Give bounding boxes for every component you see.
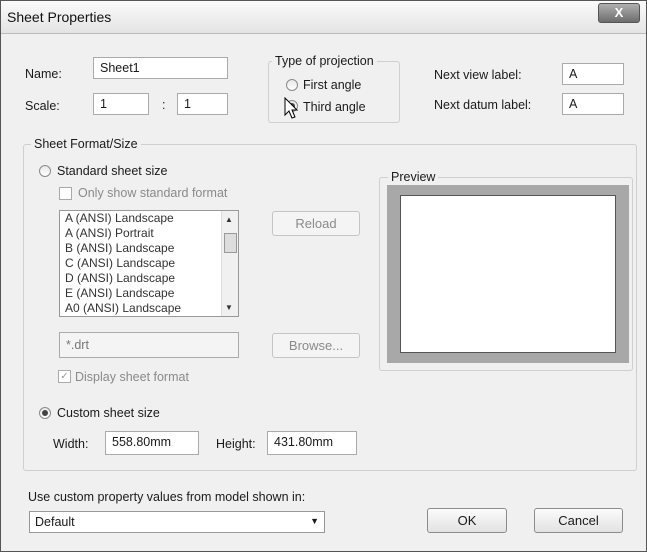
first-angle-label: First angle — [303, 78, 362, 92]
list-item[interactable]: D (ANSI) Landscape — [60, 271, 238, 286]
next-datum-label: Next datum label: — [434, 98, 532, 112]
name-label: Name: — [25, 67, 62, 81]
ok-button[interactable]: OK — [427, 508, 507, 533]
next-datum-input[interactable]: A — [562, 93, 624, 115]
list-item[interactable]: C (ANSI) Landscape — [60, 256, 238, 271]
custom-property-label: Use custom property values from model sh… — [28, 490, 306, 504]
title-bar: Sheet Properties X — [1, 1, 646, 34]
browse-button[interactable]: Browse... — [272, 333, 360, 358]
scale-denominator-input[interactable]: 1 — [177, 93, 228, 115]
preview-sheet — [400, 195, 616, 353]
preview-area — [387, 185, 629, 363]
cancel-button[interactable]: Cancel — [534, 508, 623, 533]
sheet-name-input[interactable]: Sheet1 — [93, 57, 228, 79]
next-view-label: Next view label: — [434, 68, 522, 82]
dialog-title: Sheet Properties — [7, 9, 112, 25]
list-item[interactable]: A0 (ANSI) Landscape — [60, 301, 238, 316]
first-angle-radio[interactable] — [286, 79, 298, 91]
standard-size-list[interactable]: A (ANSI) Landscape A (ANSI) Portrait B (… — [59, 210, 239, 317]
width-input[interactable]: 558.80mm — [105, 431, 199, 455]
list-item[interactable]: E (ANSI) Landscape — [60, 286, 238, 301]
next-view-input[interactable]: A — [562, 63, 624, 85]
reload-button[interactable]: Reload — [272, 211, 360, 236]
only-standard-label: Only show standard format — [78, 186, 228, 200]
scrollbar-thumb[interactable] — [224, 233, 237, 253]
custom-size-label: Custom sheet size — [57, 406, 160, 420]
sheet-properties-dialog: Sheet Properties X Name: Sheet1 Scale: 1… — [0, 0, 647, 552]
custom-size-radio[interactable] — [39, 407, 51, 419]
scale-numerator-input[interactable]: 1 — [93, 93, 149, 115]
display-format-checkbox[interactable]: ✓ — [58, 370, 71, 383]
list-item[interactable]: B (ANSI) Landscape — [60, 241, 238, 256]
chevron-down-icon: ▼ — [310, 516, 319, 526]
list-scrollbar[interactable]: ▲ ▼ — [221, 211, 238, 316]
display-format-label: Display sheet format — [75, 370, 189, 384]
third-angle-label: Third angle — [303, 100, 366, 114]
scroll-down-icon[interactable]: ▼ — [225, 303, 233, 312]
list-item[interactable]: A (ANSI) Landscape — [60, 211, 238, 226]
model-select[interactable]: Default ▼ — [29, 511, 325, 533]
standard-size-radio[interactable] — [39, 165, 51, 177]
model-select-value: Default — [35, 515, 75, 529]
list-item[interactable]: A (ANSI) Portrait — [60, 226, 238, 241]
sheet-format-file-input[interactable]: *.drt — [59, 332, 239, 358]
height-input[interactable]: 431.80mm — [267, 431, 357, 455]
projection-legend: Type of projection — [272, 54, 377, 68]
preview-legend: Preview — [388, 170, 439, 184]
height-label: Height: — [216, 437, 256, 451]
mouse-cursor-icon — [284, 97, 299, 119]
close-button[interactable]: X — [598, 3, 640, 23]
standard-size-label: Standard sheet size — [57, 164, 168, 178]
sheet-format-legend: Sheet Format/Size — [31, 137, 141, 151]
only-standard-checkbox[interactable] — [59, 187, 72, 200]
width-label: Width: — [53, 437, 89, 451]
scale-separator: : — [162, 98, 166, 112]
scale-label: Scale: — [25, 99, 60, 113]
scroll-up-icon[interactable]: ▲ — [225, 215, 233, 224]
